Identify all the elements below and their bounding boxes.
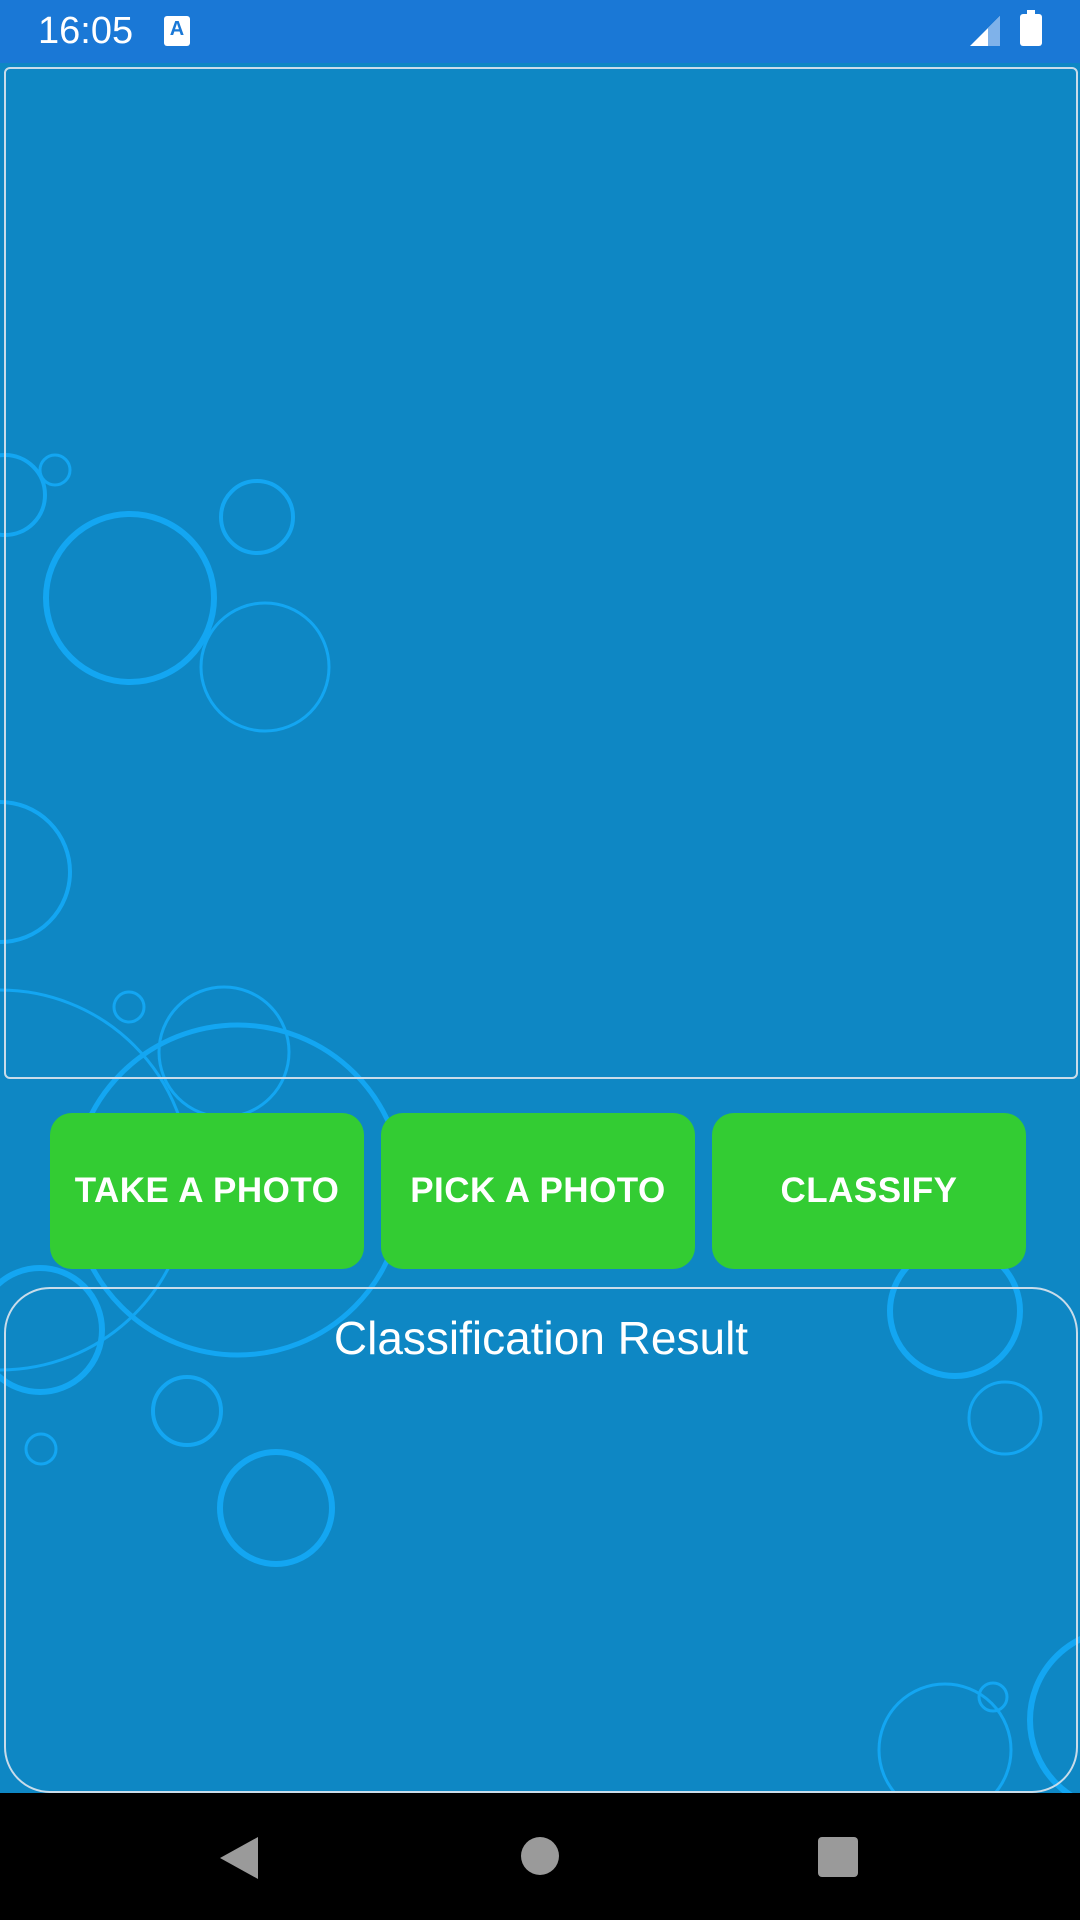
navigation-bar: [0, 1793, 1080, 1920]
classify-button[interactable]: CLASSIFY: [712, 1113, 1026, 1269]
photo-preview-frame: [4, 67, 1078, 1079]
pick-photo-button[interactable]: PICK A PHOTO: [381, 1113, 695, 1269]
back-icon[interactable]: [218, 1835, 262, 1881]
classification-result-panel: Classification Result: [4, 1287, 1078, 1793]
take-photo-button[interactable]: TAKE A PHOTO: [50, 1113, 364, 1269]
accessibility-notification-icon: A: [164, 16, 190, 46]
battery-icon: [1020, 10, 1042, 46]
status-bar: 16:05 A: [0, 0, 1080, 63]
home-icon[interactable]: [521, 1837, 559, 1875]
result-title: Classification Result: [333, 1312, 749, 1364]
status-time: 16:05: [38, 10, 134, 52]
cell-signal-icon: [970, 16, 1000, 46]
recents-icon[interactable]: [818, 1837, 858, 1877]
